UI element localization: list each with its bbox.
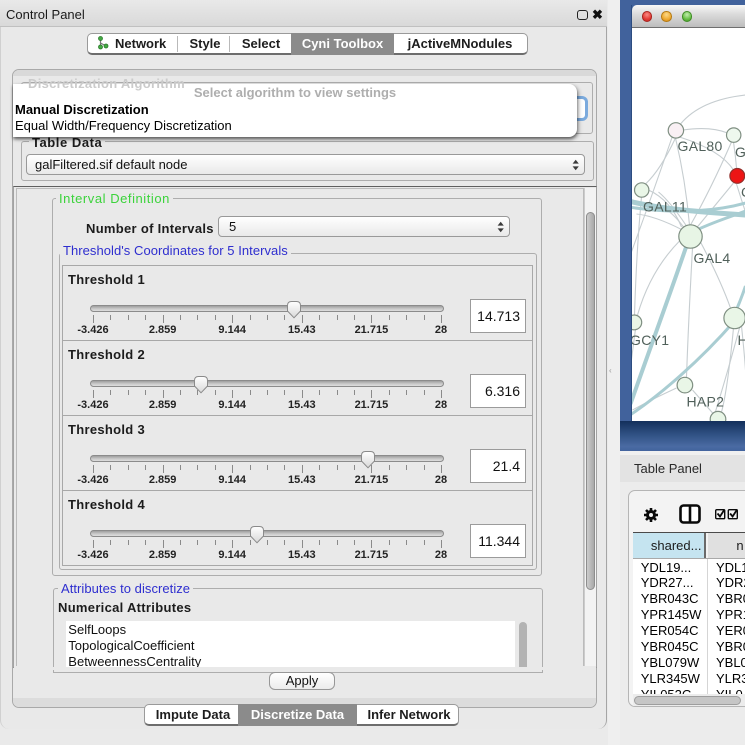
svg-text:GAL80: GAL80 (677, 138, 722, 154)
svg-text:GAL4: GAL4 (693, 250, 730, 266)
svg-text:GAL11: GAL11 (643, 199, 687, 215)
svg-text:H: H (737, 332, 745, 348)
svg-text:GCY1: GCY1 (632, 332, 669, 348)
svg-text:HAP2: HAP2 (686, 394, 724, 410)
svg-text:C: C (741, 184, 745, 200)
svg-text:GA: GA (735, 144, 745, 160)
